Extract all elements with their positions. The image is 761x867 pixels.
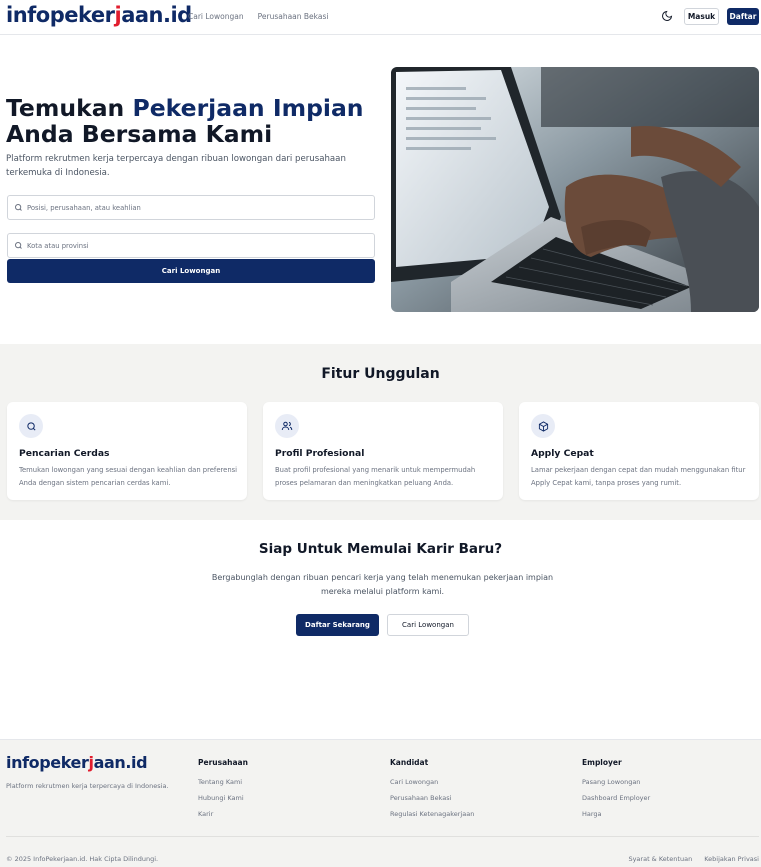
feature-card-apply-cepat: Apply Cepat Lamar pekerjaan dengan cepat…: [519, 402, 759, 500]
privacy-link[interactable]: Kebijakan Privasi: [704, 855, 759, 863]
feature-title: Apply Cepat: [531, 448, 594, 459]
feature-description: Lamar pekerjaan dengan cepat dan mudah m…: [531, 466, 746, 487]
login-button[interactable]: Masuk: [684, 8, 719, 25]
footer-link-regulasi[interactable]: Regulasi Ketenagakerjaan: [390, 810, 474, 826]
footer-divider: [6, 836, 759, 837]
box-icon: [531, 414, 555, 438]
hero-subtitle: Platform rekrutmen kerja terpercaya deng…: [6, 154, 346, 178]
moon-icon[interactable]: [661, 10, 673, 22]
footer-tagline: Platform rekrutmen kerja terpercaya di I…: [6, 782, 169, 790]
cta-title: Siap Untuk Memulai Karir Baru?: [258, 541, 503, 557]
footer-column-title: Kandidat: [390, 758, 429, 767]
search-icon: [15, 242, 22, 249]
copyright-text: © 2025 InfoPekerjaan.id. Hak Cipta Dilin…: [6, 855, 159, 863]
features-title: Fitur Unggulan: [321, 366, 440, 382]
footer-link-dashboard-employer[interactable]: Dashboard Employer: [582, 794, 650, 810]
feature-card-profil-profesional: Profil Profesional Buat profil profesion…: [263, 402, 503, 500]
search-icon: [15, 204, 22, 211]
find-jobs-button[interactable]: Cari Lowongan: [387, 614, 469, 636]
brand-logo[interactable]: infopekerjaan.id: [6, 3, 192, 27]
feature-title: Profil Profesional: [275, 448, 365, 459]
hero-title: Temukan Pekerjaan Impian Anda Bersama Ka…: [6, 94, 364, 148]
search-jobs-button[interactable]: Cari Lowongan: [7, 259, 375, 283]
feature-description: Temukan lowongan yang sesuai dengan keah…: [19, 466, 238, 487]
feature-title: Pencarian Cerdas: [19, 448, 110, 459]
footer-link-harga[interactable]: Harga: [582, 810, 650, 826]
hero-image-laptop-typing: [391, 67, 759, 312]
footer-logo[interactable]: infopekerjaan.id: [6, 753, 148, 772]
footer-column-title: Perusahaan: [198, 758, 248, 767]
footer-link-karir[interactable]: Karir: [198, 810, 248, 826]
footer-link-cari-lowongan[interactable]: Cari Lowongan: [390, 778, 474, 794]
terms-link[interactable]: Syarat & Ketentuan: [628, 855, 692, 863]
footer-link-pasang-lowongan[interactable]: Pasang Lowongan: [582, 778, 650, 794]
footer-column-title: Employer: [582, 758, 622, 767]
site-footer: infopekerjaan.id Platform rekrutmen kerj…: [0, 739, 761, 867]
feature-card-pencarian-cerdas: Pencarian Cerdas Temukan lowongan yang s…: [7, 402, 247, 500]
footer-column-perusahaan: Perusahaan Tentang Kami Hubungi Kami Kar…: [198, 758, 248, 826]
job-search-input[interactable]: [27, 200, 367, 216]
nav-perusahaan-bekasi[interactable]: Perusahaan Bekasi: [258, 12, 329, 21]
footer-link-perusahaan-bekasi[interactable]: Perusahaan Bekasi: [390, 794, 474, 810]
site-header: infopekerjaan.id Cari Lowongan Perusahaa…: [0, 0, 761, 35]
footer-column-kandidat: Kandidat Cari Lowongan Perusahaan Bekasi…: [390, 758, 474, 826]
location-field[interactable]: [7, 233, 375, 258]
search-icon: [19, 414, 43, 438]
footer-column-employer: Employer Pasang Lowongan Dashboard Emplo…: [582, 758, 650, 826]
users-icon: [275, 414, 299, 438]
job-search-field[interactable]: [7, 195, 375, 220]
main-nav: Cari Lowongan Perusahaan Bekasi: [188, 12, 328, 21]
nav-cari-lowongan[interactable]: Cari Lowongan: [188, 12, 244, 21]
location-input[interactable]: [27, 238, 367, 254]
legal-links: Syarat & Ketentuan Kebijakan Privasi: [628, 855, 759, 863]
features-section: Fitur Unggulan Pencarian Cerdas Temukan …: [0, 344, 761, 520]
footer-link-hubungi-kami[interactable]: Hubungi Kami: [198, 794, 248, 810]
feature-description: Buat profil profesional yang menarik unt…: [275, 466, 476, 487]
cta-subtitle: Bergabunglah dengan ribuan pencari kerja…: [211, 573, 554, 596]
register-now-button[interactable]: Daftar Sekarang: [296, 614, 379, 636]
register-button[interactable]: Daftar: [727, 8, 759, 25]
footer-link-tentang-kami[interactable]: Tentang Kami: [198, 778, 248, 794]
